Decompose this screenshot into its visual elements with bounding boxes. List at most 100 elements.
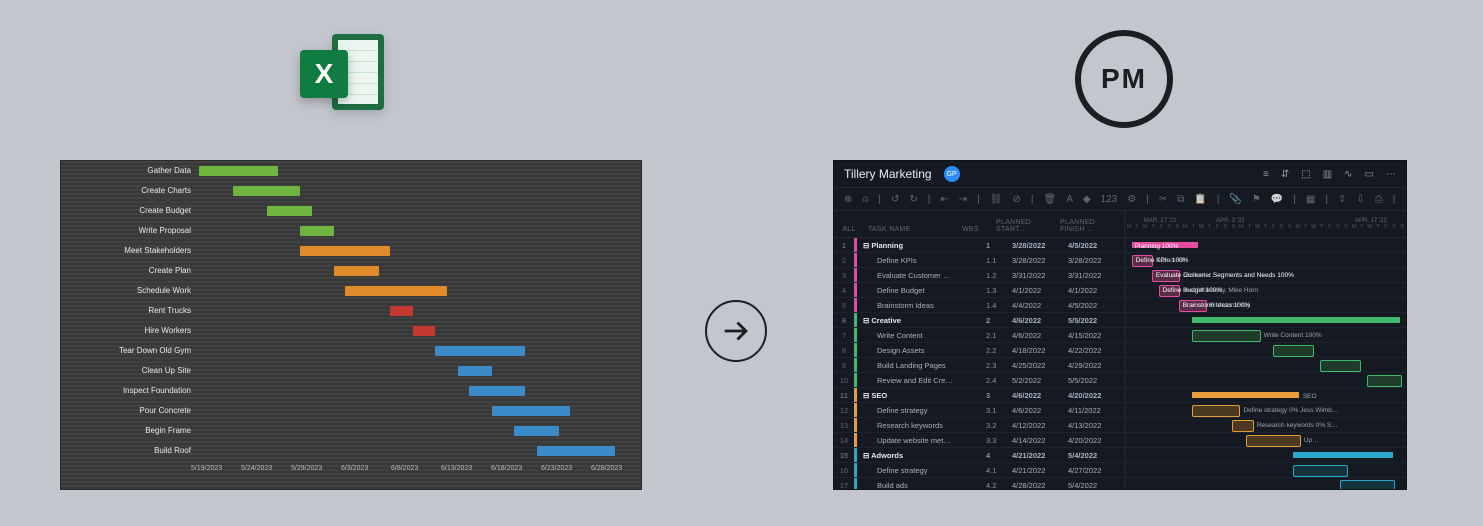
task-row[interactable]: 7Write Content2.14/6/20224/15/2022 <box>834 328 1124 343</box>
print-icon[interactable]: ⎙ <box>1375 194 1383 205</box>
pm-timeline[interactable]: MAR. 27 '22APR. 3 '22APR. 17 '22 MTWTFSS… <box>1125 211 1406 490</box>
link-icon[interactable]: ⛓ <box>990 194 1003 205</box>
task-row[interactable]: 13Research keywords3.24/12/20224/13/2022 <box>834 418 1124 433</box>
task-row[interactable]: 10Review and Edit Cre…2.45/2/20225/5/202… <box>834 373 1124 388</box>
export-icon[interactable]: ⇪ <box>1338 194 1346 205</box>
task-name[interactable]: Build ads <box>857 481 986 490</box>
task-name[interactable]: Write Content <box>857 331 986 340</box>
indent-icon[interactable]: ⇥ <box>959 194 967 205</box>
task-name[interactable]: Review and Edit Cre… <box>857 376 986 385</box>
timeline-bar[interactable]: SEO <box>1192 392 1299 398</box>
gantt-bar[interactable] <box>390 306 413 316</box>
col-name[interactable]: TASK NAME <box>864 226 958 237</box>
board-view-icon[interactable]: ▥ <box>1323 169 1332 180</box>
task-name[interactable]: ⊟ SEO <box>857 391 986 400</box>
info-icon[interactable]: ⓘ <box>1405 192 1407 207</box>
task-name[interactable]: ⊟ Creative <box>857 316 986 325</box>
copy-icon[interactable]: ⧉ <box>1177 194 1184 205</box>
gantt-bar[interactable] <box>492 406 571 416</box>
task-row[interactable]: 12Define strategy3.14/6/20224/11/2022 <box>834 403 1124 418</box>
task-name[interactable]: Update website met… <box>857 436 986 445</box>
filter-icon[interactable]: ⇵ <box>1281 169 1289 180</box>
task-row[interactable]: 14Update website met…3.34/14/20224/20/20… <box>834 433 1124 448</box>
list-view-icon[interactable]: ≡ <box>1263 169 1269 180</box>
task-row[interactable]: 4Define Budget1.34/1/20224/1/2022 <box>834 283 1124 298</box>
timeline-bar[interactable] <box>1367 375 1402 387</box>
gantt-view-icon[interactable]: ⬚ <box>1301 169 1310 180</box>
task-row[interactable]: 17Build ads4.24/28/20225/4/2022 <box>834 478 1124 490</box>
task-name[interactable]: Define strategy <box>857 466 986 475</box>
task-row[interactable]: 9Build Landing Pages2.34/25/20224/29/202… <box>834 358 1124 373</box>
gantt-bar[interactable] <box>345 286 446 296</box>
task-name[interactable]: Brainstorm Ideas <box>857 301 986 310</box>
task-name[interactable]: Define KPIs <box>857 256 986 265</box>
task-name[interactable]: Define strategy <box>857 406 986 415</box>
task-row[interactable]: 1⊟ Planning13/28/20224/5/2022 <box>834 238 1124 253</box>
user-icon[interactable]: ⍝ <box>862 194 868 205</box>
timeline-bar[interactable] <box>1273 345 1315 357</box>
gantt-bar[interactable] <box>334 266 379 276</box>
add-icon[interactable]: ⊕ <box>844 194 852 205</box>
task-name[interactable]: Evaluate Customer … <box>857 271 986 280</box>
col-wbs[interactable]: WBS <box>958 226 992 237</box>
task-name[interactable]: Research keywords <box>857 421 986 430</box>
gantt-bar[interactable] <box>514 426 559 436</box>
columns-icon[interactable]: ▦ <box>1306 194 1315 205</box>
task-row[interactable]: 11⊟ SEO34/6/20224/20/2022 <box>834 388 1124 403</box>
task-row[interactable]: 15⊟ Adwords44/21/20225/4/2022 <box>834 448 1124 463</box>
task-name[interactable]: Design Assets <box>857 346 986 355</box>
cut-icon[interactable]: ✂ <box>1159 194 1167 205</box>
gantt-bar[interactable] <box>199 166 278 176</box>
timeline-bar[interactable]: Planning 100% <box>1132 242 1198 248</box>
timeline-bar[interactable] <box>1320 360 1362 372</box>
calendar-view-icon[interactable]: ▭ <box>1365 169 1374 180</box>
timeline-bar[interactable]: Up… <box>1246 435 1301 447</box>
text-icon[interactable]: A <box>1066 194 1073 205</box>
chart-view-icon[interactable]: ∿ <box>1344 169 1352 180</box>
timeline-bar[interactable]: Evaluate Customer Segments and Needs 100… <box>1152 270 1180 282</box>
col-ps[interactable]: PLANNED START… <box>992 219 1056 237</box>
col-all[interactable]: ALL <box>834 226 864 237</box>
trash-icon[interactable]: 🗑 <box>1043 194 1056 205</box>
task-name[interactable]: Build Landing Pages <box>857 361 986 370</box>
gantt-bar[interactable] <box>537 446 616 456</box>
avatar[interactable]: GP <box>944 166 960 182</box>
gantt-bar[interactable] <box>267 206 312 216</box>
flag-icon[interactable]: ⚑ <box>1252 194 1261 205</box>
color-icon[interactable]: ◆ <box>1083 194 1091 205</box>
gantt-bar[interactable] <box>435 346 525 356</box>
more-icon[interactable]: ⋯ <box>1386 169 1396 180</box>
task-row[interactable]: 2Define KPIs1.13/28/20223/28/2022 <box>834 253 1124 268</box>
gantt-bar[interactable] <box>458 366 492 376</box>
comment-icon[interactable]: 💬 <box>1271 194 1283 205</box>
timeline-bar[interactable] <box>1192 317 1399 323</box>
import-icon[interactable]: ⇩ <box>1356 194 1364 205</box>
task-row[interactable]: 16Define strategy4.14/21/20224/27/2022 <box>834 463 1124 478</box>
timeline-bar[interactable]: Define strategy 0% Jess Wimb… <box>1192 405 1240 417</box>
gantt-bar[interactable] <box>413 326 436 336</box>
task-row[interactable]: 6⊟ Creative24/6/20225/5/2022 <box>834 313 1124 328</box>
gantt-bar[interactable] <box>469 386 525 396</box>
timeline-bar[interactable] <box>1293 465 1348 477</box>
task-name[interactable]: ⊟ Adwords <box>857 451 986 460</box>
timeline-bar[interactable] <box>1293 452 1393 458</box>
gantt-bar[interactable] <box>300 226 334 236</box>
task-row[interactable]: 3Evaluate Customer …1.23/31/20223/31/202… <box>834 268 1124 283</box>
settings-icon[interactable]: ⚙ <box>1127 194 1136 205</box>
col-pf[interactable]: PLANNED FINISH … <box>1056 219 1124 237</box>
timeline-bar[interactable] <box>1340 480 1395 490</box>
task-name[interactable]: ⊟ Planning <box>857 241 986 250</box>
number-icon[interactable]: 123 <box>1101 194 1118 205</box>
timeline-bar[interactable]: Research keywords 0% S… <box>1232 420 1253 432</box>
unlink-icon[interactable]: ⊘ <box>1012 194 1020 205</box>
timeline-bar[interactable]: Write Content 100% <box>1192 330 1260 342</box>
gantt-bar[interactable] <box>233 186 301 196</box>
outdent-icon[interactable]: ⇤ <box>940 194 948 205</box>
timeline-bar[interactable]: Brainstorm Ideas 100%Brandon Gray <box>1179 300 1207 312</box>
gantt-bar[interactable] <box>300 246 390 256</box>
task-name[interactable]: Define Budget <box>857 286 986 295</box>
timeline-bar[interactable]: Define KPIs 100%Daren Hill <box>1132 255 1153 267</box>
attach-icon[interactable]: 📎 <box>1229 194 1241 205</box>
paste-icon[interactable]: 📋 <box>1194 194 1206 205</box>
redo-icon[interactable]: ↻ <box>909 194 917 205</box>
